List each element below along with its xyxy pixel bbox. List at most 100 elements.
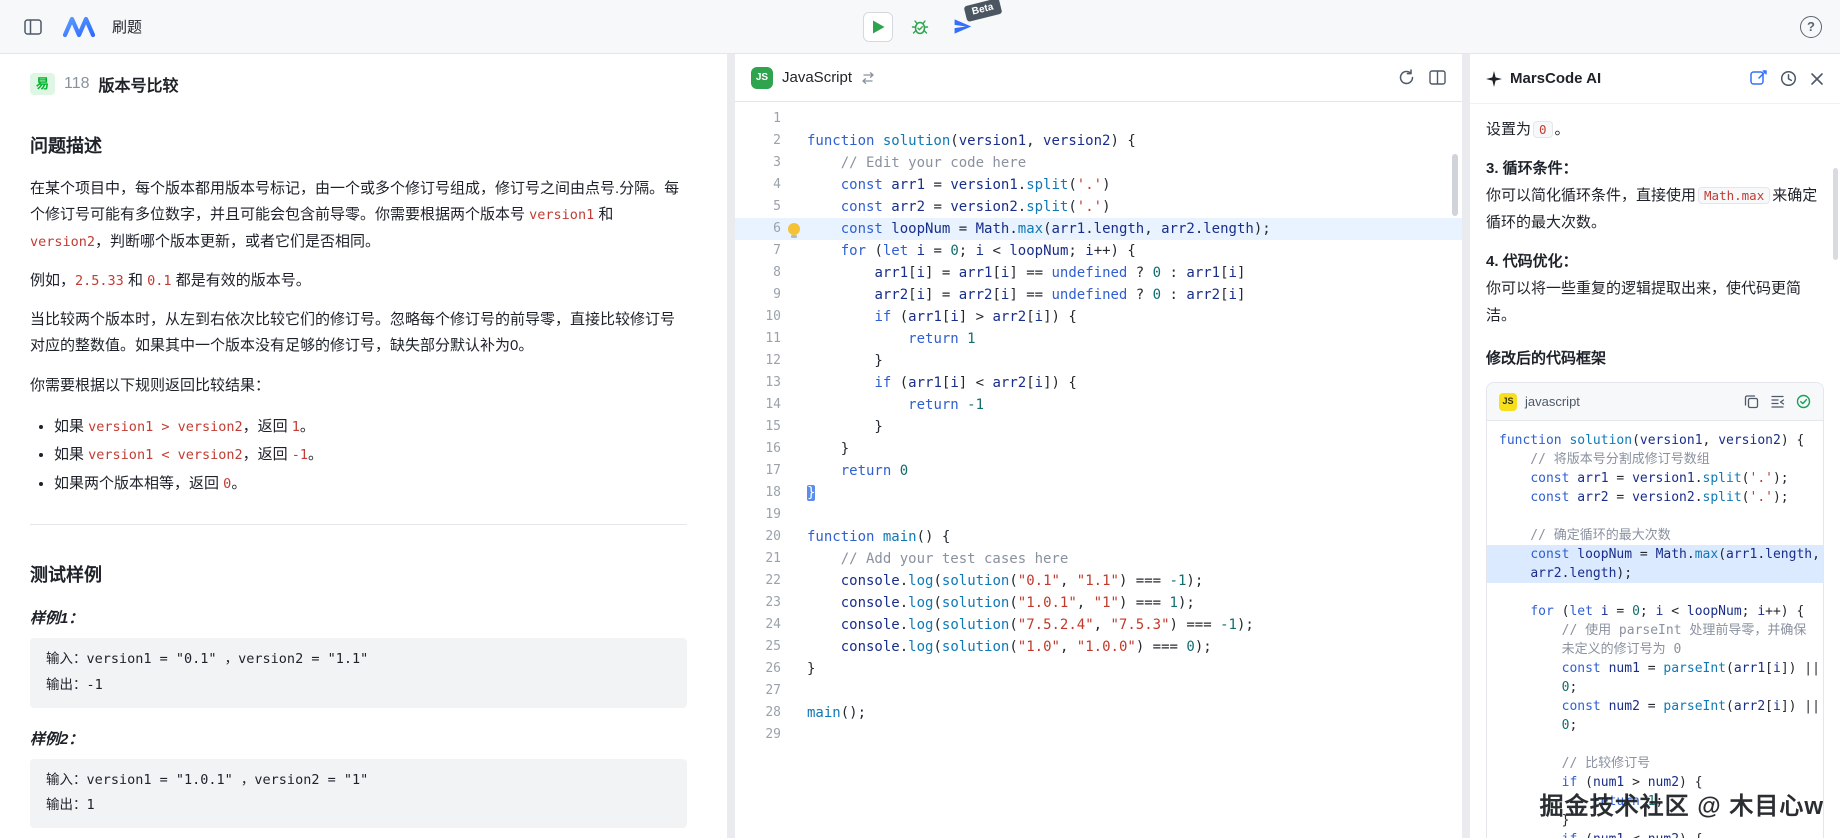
code-line[interactable]: 26} xyxy=(735,658,1462,680)
line-number[interactable]: 5 xyxy=(735,196,781,218)
line-number[interactable]: 28 xyxy=(735,702,781,724)
code-line[interactable]: 19 xyxy=(735,504,1462,526)
code-line[interactable]: 10 if (arr1[i] > arr2[i]) { xyxy=(735,306,1462,328)
code-editor[interactable]: 1 2 function solution(version1, version2)… xyxy=(735,102,1462,838)
code-line[interactable]: 27 xyxy=(735,680,1462,702)
code-line[interactable]: 29 xyxy=(735,724,1462,746)
history-icon[interactable] xyxy=(1780,70,1797,87)
lightbulb-icon[interactable] xyxy=(788,223,800,238)
code-line[interactable]: const num1 = parseInt(arr1[i]) || xyxy=(1499,659,1820,678)
line-number[interactable]: 4 xyxy=(735,174,781,196)
line-number[interactable]: 18 xyxy=(735,482,781,504)
line-number[interactable]: 25 xyxy=(735,636,781,658)
code-line[interactable]: 9 arr2[i] = arr2[i] == undefined ? 0 : a… xyxy=(735,284,1462,306)
line-number[interactable]: 12 xyxy=(735,350,781,372)
marscode-logo[interactable] xyxy=(62,15,98,39)
code-line[interactable]: 5 const arr2 = version2.split('.') xyxy=(735,196,1462,218)
code-line[interactable]: 22 console.log(solution("0.1", "1.1") ==… xyxy=(735,570,1462,592)
line-number[interactable]: 9 xyxy=(735,284,781,306)
switch-language-icon[interactable] xyxy=(861,71,875,84)
code-line[interactable] xyxy=(1499,583,1811,602)
language-selector[interactable]: JavaScript xyxy=(782,69,852,86)
code-line[interactable]: 16 } xyxy=(735,438,1462,460)
line-number[interactable]: 11 xyxy=(735,328,781,350)
code-line[interactable]: // 将版本号分割成修订号数组 xyxy=(1499,450,1811,469)
line-number[interactable]: 26 xyxy=(735,658,781,680)
line-number[interactable]: 23 xyxy=(735,592,781,614)
code-line[interactable]: 0; xyxy=(1499,678,1811,697)
code-line[interactable]: 6 const loopNum = Math.max(arr1.length, … xyxy=(735,218,1462,240)
apply-icon[interactable] xyxy=(1796,394,1811,409)
line-number[interactable]: 16 xyxy=(735,438,781,460)
line-number[interactable]: 21 xyxy=(735,548,781,570)
code-line[interactable]: if (num1 < num2) { xyxy=(1499,830,1811,838)
code-line[interactable] xyxy=(1499,507,1811,526)
code-line[interactable]: 3 // Edit your code here xyxy=(735,152,1462,174)
code-line[interactable]: const num2 = parseInt(arr2[i]) || xyxy=(1499,697,1820,716)
code-line[interactable]: 4 const arr1 = version1.split('.') xyxy=(735,174,1462,196)
code-line[interactable]: 21 // Add your test cases here xyxy=(735,548,1462,570)
code-line[interactable]: 17 return 0 xyxy=(735,460,1462,482)
code-line[interactable]: 25 console.log(solution("1.0", "1.0.0") … xyxy=(735,636,1462,658)
line-number[interactable]: 14 xyxy=(735,394,781,416)
code-line[interactable]: function solution(version1, version2) { xyxy=(1499,431,1811,450)
line-number[interactable]: 7 xyxy=(735,240,781,262)
code-line[interactable]: 20 function main() { xyxy=(735,526,1462,548)
code-line[interactable]: 8 arr1[i] = arr1[i] == undefined ? 0 : a… xyxy=(735,262,1462,284)
code-line[interactable]: 7 for (let i = 0; i < loopNum; i++) { xyxy=(735,240,1462,262)
editor-scrollbar[interactable] xyxy=(1452,154,1458,216)
line-number[interactable]: 1 xyxy=(735,108,781,130)
line-number[interactable]: 29 xyxy=(735,724,781,746)
code-line[interactable]: // 使用 parseInt 处理前导零，并确保 xyxy=(1499,621,1811,640)
insert-code-icon[interactable] xyxy=(1770,394,1785,409)
code-line[interactable] xyxy=(1499,735,1811,754)
code-line[interactable]: 23 console.log(solution("1.0.1", "1") ==… xyxy=(735,592,1462,614)
code-token: arr2 xyxy=(1577,490,1609,505)
collapse-sidebar-icon[interactable] xyxy=(18,12,48,42)
code-line[interactable]: 2 function solution(version1, version2) { xyxy=(735,130,1462,152)
code-token: i xyxy=(1772,699,1781,714)
code-line[interactable]: // 确定循环的最大次数 xyxy=(1499,526,1811,545)
code-line[interactable]: const arr1 = version1.split('.'); xyxy=(1499,469,1811,488)
line-number[interactable]: 19 xyxy=(735,504,781,526)
line-number[interactable]: 24 xyxy=(735,614,781,636)
line-number[interactable]: 2 xyxy=(735,130,781,152)
copy-icon[interactable] xyxy=(1744,394,1759,409)
line-number[interactable]: 6 xyxy=(735,218,781,240)
line-number[interactable]: 3 xyxy=(735,152,781,174)
code-line[interactable]: 12 } xyxy=(735,350,1462,372)
line-number[interactable]: 10 xyxy=(735,306,781,328)
debug-test-button[interactable] xyxy=(905,12,935,42)
code-line[interactable]: arr2.length); xyxy=(1487,564,1823,583)
code-line[interactable]: 0; xyxy=(1499,716,1811,735)
code-line[interactable]: for (let i = 0; i < loopNum; i++) { xyxy=(1499,602,1811,621)
line-number[interactable]: 22 xyxy=(735,570,781,592)
code-line[interactable]: 未定义的修订号为 0 xyxy=(1499,640,1811,659)
ai-scrollbar[interactable] xyxy=(1833,168,1838,260)
code-token: const xyxy=(1530,547,1578,562)
code-line[interactable]: 13 if (arr1[i] < arr2[i]) { xyxy=(735,372,1462,394)
code-line[interactable]: 14 return -1 xyxy=(735,394,1462,416)
help-icon[interactable]: ? xyxy=(1800,15,1822,38)
code-line[interactable]: 11 return 1 xyxy=(735,328,1462,350)
line-number[interactable]: 8 xyxy=(735,262,781,284)
submit-button[interactable]: Beta xyxy=(947,0,1003,42)
line-number[interactable]: 27 xyxy=(735,680,781,702)
new-chat-icon[interactable] xyxy=(1750,70,1767,87)
reset-code-icon[interactable] xyxy=(1398,69,1415,86)
code-line[interactable]: const arr2 = version2.split('.'); xyxy=(1499,488,1811,507)
code-line[interactable]: 28 main(); xyxy=(735,702,1462,724)
code-line[interactable]: 24 console.log(solution("7.5.2.4", "7.5.… xyxy=(735,614,1462,636)
line-number[interactable]: 15 xyxy=(735,416,781,438)
line-number[interactable]: 17 xyxy=(735,460,781,482)
code-line[interactable]: const loopNum = Math.max(arr1.length, xyxy=(1487,545,1823,564)
run-button[interactable] xyxy=(863,11,893,42)
code-line[interactable]: 15 } xyxy=(735,416,1462,438)
layout-split-icon[interactable] xyxy=(1429,70,1446,85)
line-number[interactable]: 20 xyxy=(735,526,781,548)
code-line[interactable]: // 比较修订号 xyxy=(1499,754,1811,773)
line-number[interactable]: 13 xyxy=(735,372,781,394)
close-icon[interactable] xyxy=(1810,72,1824,86)
code-line[interactable]: 1 xyxy=(735,108,1462,130)
code-line[interactable]: 18} xyxy=(735,482,1462,504)
